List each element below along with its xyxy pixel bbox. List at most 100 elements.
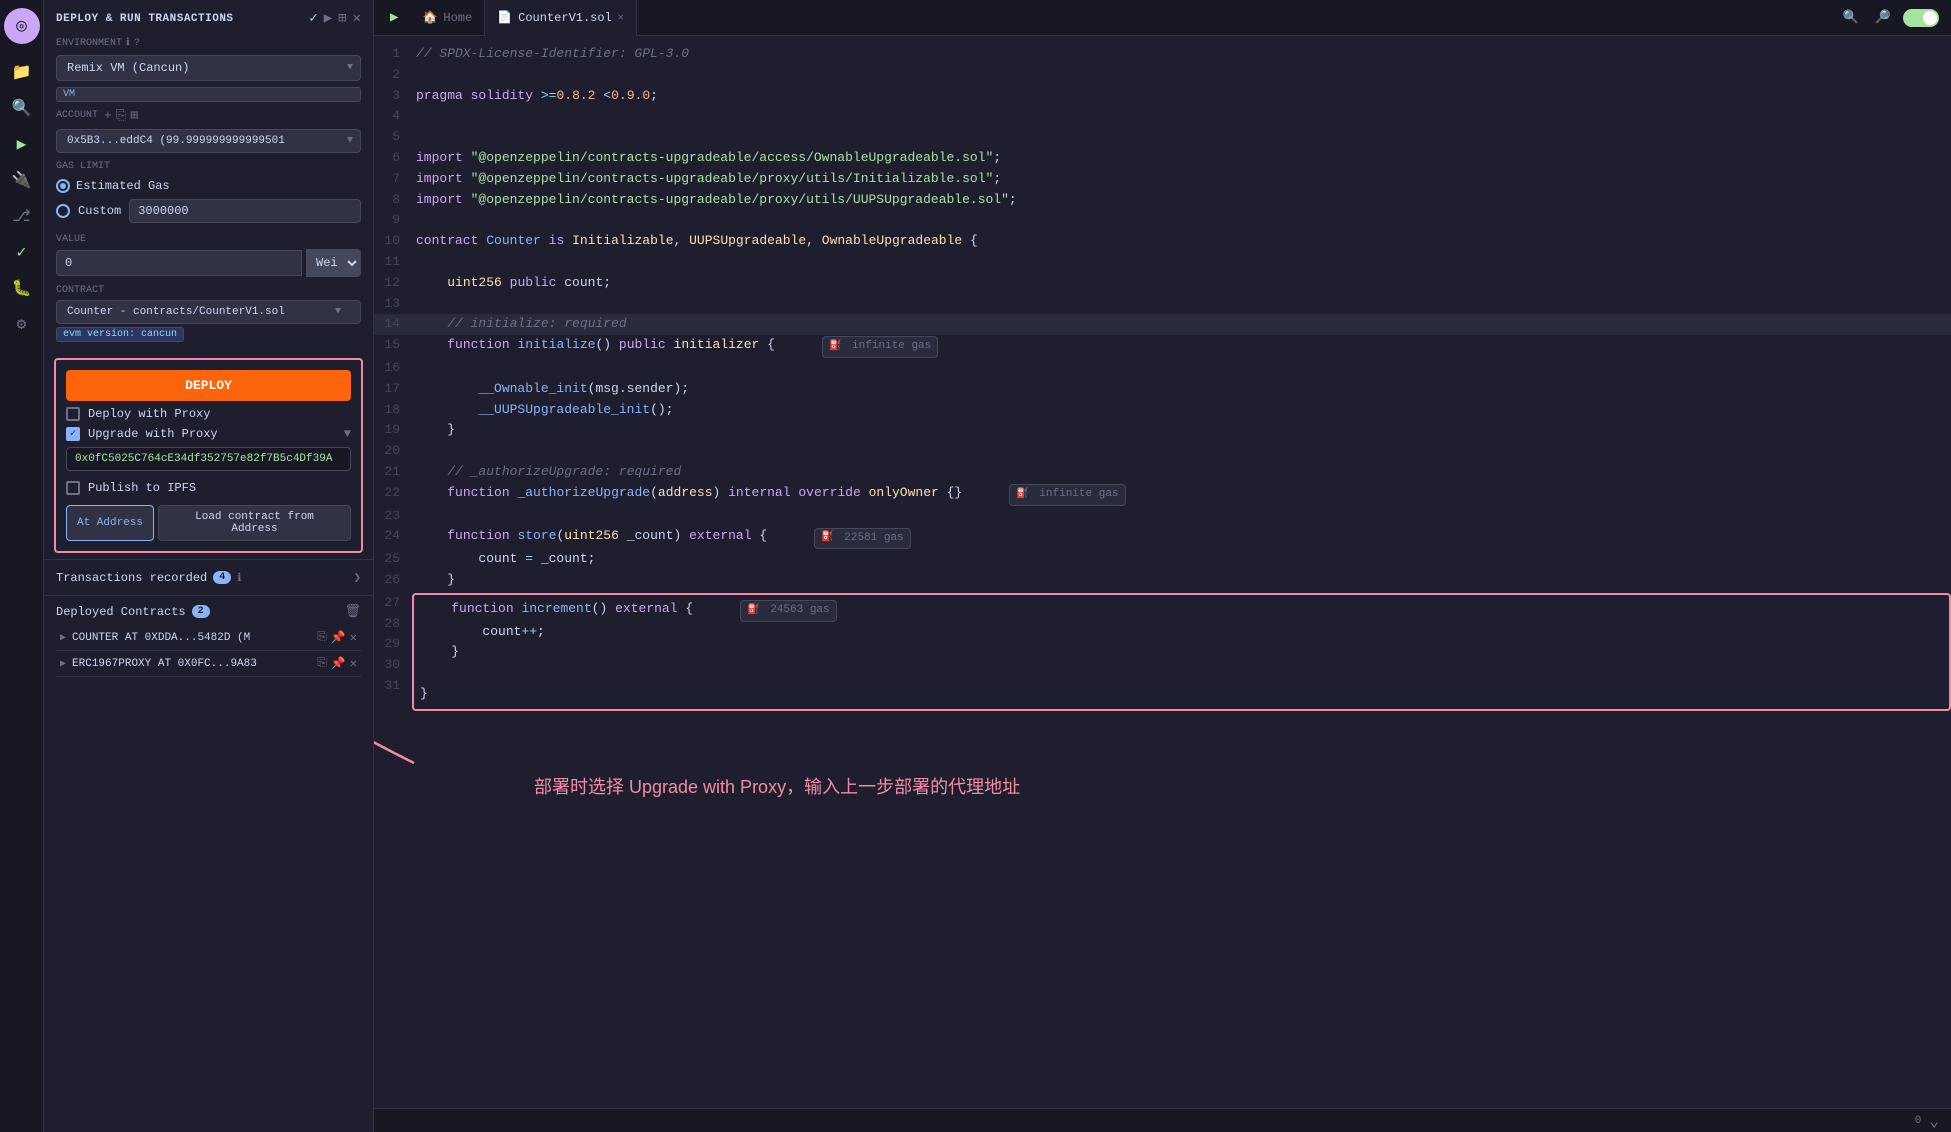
value-input[interactable] [56, 250, 302, 276]
code-line-18: 18 __UUPSUpgradeable_init(); [374, 400, 1951, 421]
sidebar-icon-run[interactable]: ▶ [6, 128, 38, 160]
contract2-icons: ⎘ 📌 ✕ [317, 656, 357, 671]
pin2-icon[interactable]: 📌 [331, 656, 346, 671]
upgrade-with-proxy-checkbox[interactable] [66, 427, 80, 441]
copy2-icon[interactable]: ⎘ [317, 656, 327, 671]
deployed-contract-1[interactable]: ▶ COUNTER AT 0XDDA...5482D (M ⎘ 📌 ✕ [56, 625, 361, 651]
custom-gas-radio[interactable] [56, 204, 70, 218]
copy1-icon[interactable]: ⎘ [317, 630, 327, 645]
chevron-down-icon[interactable]: ⌄ [1929, 1111, 1939, 1131]
proxy-address-input[interactable] [66, 447, 351, 471]
upgrade-chevron-icon[interactable]: ▼ [344, 427, 351, 441]
value-row: Wei [56, 249, 361, 277]
code-line-20: 20 [374, 441, 1951, 462]
zoom-in-icon[interactable]: 🔎 [1871, 8, 1895, 27]
code-line-19: 19 } [374, 420, 1951, 441]
value-section: VALUE Wei [44, 230, 373, 281]
deployed-section: Deployed Contracts 2 🗑 ▶ COUNTER AT 0XDD… [44, 595, 373, 1132]
deployed-header: Deployed Contracts 2 🗑 [56, 604, 361, 619]
code-line-8: 8 import "@openzeppelin/contracts-upgrad… [374, 190, 1951, 211]
link-account-icon[interactable]: ⊞ [130, 108, 138, 123]
toggle-button[interactable] [1903, 9, 1939, 27]
deploy-box: Deploy Deploy with Proxy Upgrade with Pr… [54, 358, 363, 553]
unit-select[interactable]: Wei [306, 249, 361, 277]
info-icon[interactable]: ℹ [126, 37, 130, 49]
checkmark-icon[interactable]: ✓ [309, 10, 317, 27]
deploy-with-proxy-label: Deploy with Proxy [88, 407, 210, 421]
deployed-contract-2[interactable]: ▶ ERC1967PROXY AT 0X0FC...9A83 ⎘ 📌 ✕ [56, 651, 361, 677]
zoom-out-icon[interactable]: 🔍 [1839, 8, 1863, 27]
custom-gas-row: Custom [56, 196, 361, 226]
contract1-icons: ⎘ 📌 ✕ [317, 630, 357, 645]
account-row: ACCOUNT + ⎘ ⊞ [44, 106, 373, 125]
estimated-gas-radio[interactable] [56, 179, 70, 193]
tab-close-icon[interactable]: ✕ [618, 12, 624, 24]
deploy-with-proxy-checkbox[interactable] [66, 407, 80, 421]
account-icons: + ⎘ ⊞ [104, 108, 138, 123]
code-line-1: 1 // SPDX-License-Identifier: GPL-3.0 [374, 44, 1951, 65]
code-body[interactable]: 1 // SPDX-License-Identifier: GPL-3.0 2 … [374, 36, 1951, 1108]
contract-select[interactable]: Counter - contracts/CounterV1.sol [56, 300, 361, 324]
contract1-chevron-icon: ▶ [60, 632, 66, 644]
vm-badge: VM [56, 87, 361, 102]
contract-label: CONTRACT [56, 285, 361, 300]
top-bar-icons: ▶ [386, 7, 402, 28]
code-line-14: 14 // initialize: required [374, 314, 1951, 335]
publish-ipfs-checkbox[interactable] [66, 481, 80, 495]
sidebar-icon-files[interactable]: 📁 [6, 56, 38, 88]
run-play-icon[interactable]: ▶ [386, 7, 402, 28]
deploy-panel: DEPLOY & RUN TRANSACTIONS ✓ ▶ ⊞ ✕ ENVIRO… [44, 0, 374, 1132]
add-account-icon[interactable]: + [104, 108, 112, 123]
transactions-info-icon[interactable]: ℹ [237, 571, 241, 585]
load-contract-button[interactable]: Load contract from Address [158, 505, 351, 541]
transactions-section[interactable]: Transactions recorded 4 ℹ ❯ [44, 559, 373, 595]
sidebar-icon-settings[interactable]: ⚙ [6, 308, 38, 340]
contract2-name: ERC1967PROXY AT 0X0FC...9A83 [72, 658, 311, 670]
code-line-21: 21 // _authorizeUpgrade: required [374, 462, 1951, 483]
red-line-31: } [420, 684, 1943, 705]
red-line-27: function increment() external { ⛽ 24563 … [420, 599, 1943, 622]
play-icon[interactable]: ▶ [324, 10, 332, 27]
trash-icon[interactable]: 🗑 [344, 604, 361, 619]
tab-home[interactable]: 🏠 Home [410, 0, 485, 36]
close2-icon[interactable]: ✕ [350, 656, 357, 671]
code-line-16: 16 [374, 358, 1951, 379]
code-line-6: 6 import "@openzeppelin/contracts-upgrad… [374, 148, 1951, 169]
deploy-button[interactable]: Deploy [66, 370, 351, 401]
contract1-name: COUNTER AT 0XDDA...5482D (M [72, 632, 311, 644]
sidebar-icon-search[interactable]: 🔍 [6, 92, 38, 124]
environment-select[interactable]: Remix VM (Cancun) [56, 55, 361, 81]
panel-title: DEPLOY & RUN TRANSACTIONS [56, 13, 234, 25]
code-line-25: 25 count = _count; [374, 549, 1951, 570]
app-logo: ◎ [4, 8, 40, 44]
pin1-icon[interactable]: 📌 [331, 630, 346, 645]
environment-select-wrapper: Remix VM (Cancun) ▼ [44, 51, 373, 85]
transactions-expand-icon[interactable]: ❯ [354, 570, 361, 585]
at-address-button[interactable]: At Address [66, 505, 154, 541]
deployed-icons: 🗑 [344, 604, 361, 619]
contract2-chevron-icon: ▶ [60, 658, 66, 670]
sidebar-icon-debug[interactable]: 🐛 [6, 272, 38, 304]
publish-ipfs-row: Publish to IPFS [66, 475, 351, 497]
close1-icon[interactable]: ✕ [350, 630, 357, 645]
code-line-22: 22 function _authorizeUpgrade(address) i… [374, 483, 1951, 506]
gas-value-input[interactable] [129, 199, 361, 223]
account-select[interactable]: 0x5B3...eddC4 (99.999999999999501 [56, 129, 361, 153]
popup-icon[interactable]: ⊞ [338, 10, 346, 27]
icon-sidebar: ◎ 📁 🔍 ▶ 🔌 ⎇ ✓ 🐛 ⚙ [0, 0, 44, 1132]
close-icon[interactable]: ✕ [353, 10, 361, 27]
sidebar-icon-plugin[interactable]: 🔌 [6, 164, 38, 196]
sidebar-icon-verify[interactable]: ✓ [6, 236, 38, 268]
publish-ipfs-label: Publish to IPFS [88, 481, 196, 495]
home-tab-label: Home [443, 11, 472, 25]
copy-account-icon[interactable]: ⎘ [116, 108, 126, 123]
code-line-10: 10 contract Counter is Initializable, UU… [374, 231, 1951, 252]
tab-counterv1[interactable]: 📄 CounterV1.sol ✕ [485, 0, 637, 36]
code-line-26: 26 } [374, 570, 1951, 591]
contract-section: CONTRACT Counter - contracts/CounterV1.s… [44, 281, 373, 352]
help-icon[interactable]: ? [134, 38, 140, 49]
file-icon: 📄 [497, 10, 512, 25]
sidebar-icon-git[interactable]: ⎇ [6, 200, 38, 232]
code-line-7: 7 import "@openzeppelin/contracts-upgrad… [374, 169, 1951, 190]
bottom-arrow-svg [374, 693, 454, 773]
